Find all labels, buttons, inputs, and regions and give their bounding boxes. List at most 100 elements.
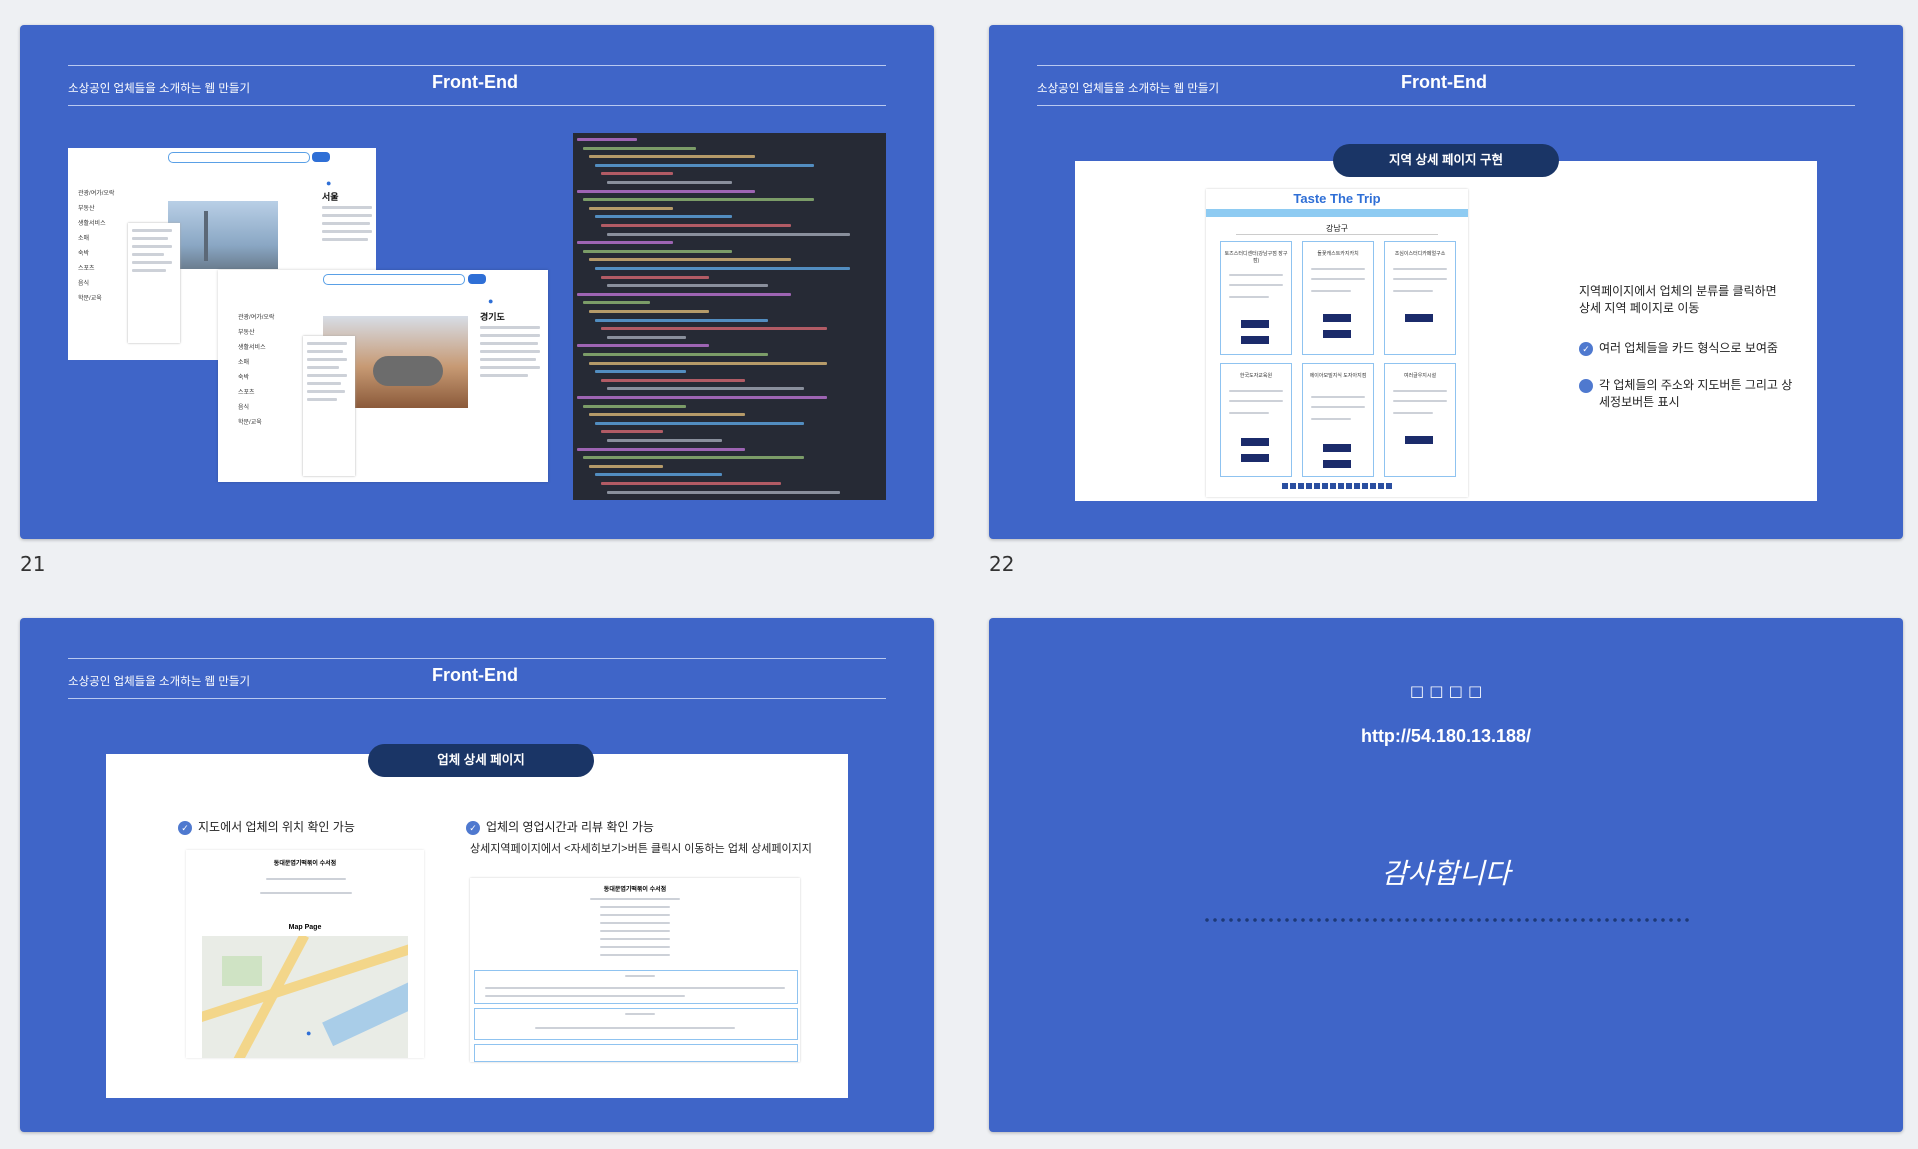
code-line — [607, 232, 850, 236]
site-url-link[interactable]: http://54.180.13.188/ — [989, 726, 1903, 747]
thanks-text: 감사합니다 — [1381, 857, 1511, 890]
business-card: 에이아모빌지식 도자아지점 — [1302, 363, 1374, 477]
content-panel: Taste The Trip 강남구 토즈스터디센터(강남구점 장구점) 돌꽃캐… — [1075, 161, 1817, 501]
code-line — [583, 301, 650, 305]
code-line — [607, 181, 732, 184]
code-line — [601, 430, 663, 434]
category-menu: 관광/여가/오락 부동산 생활서비스 소매 숙박 스포츠 음식 학문/교육 — [238, 306, 298, 476]
business-card: 여러글우지시설 — [1384, 363, 1456, 477]
menu-item: 숙박 — [78, 251, 90, 257]
code-line — [601, 275, 709, 279]
bullet-1: ✓ 여러 업체들을 카드 형식으로 보여줌 — [1579, 339, 1778, 356]
code-line — [589, 361, 827, 365]
code-line — [589, 413, 745, 417]
slide-24[interactable]: □ □ □ □ http://54.180.13.188/ 감사합니다 — [989, 618, 1903, 1132]
menu-item: 학문/교육 — [238, 420, 262, 426]
map-view: ● — [202, 936, 408, 1058]
header-title: Front-End — [1401, 72, 1487, 92]
menu-item: 학문/교육 — [78, 296, 102, 302]
code-line — [577, 344, 709, 348]
code-line — [589, 310, 709, 313]
menu-item: 부동산 — [238, 330, 255, 336]
business-card: 조심이스터디카페얼구소 — [1384, 241, 1456, 355]
map-pin-icon: ● — [306, 1028, 312, 1038]
pagination — [1282, 483, 1392, 489]
business-title: 동대문엽기떡볶이 수서점 — [273, 861, 337, 867]
menu-item: 관광/여가/오락 — [238, 315, 275, 321]
code-line — [583, 146, 696, 150]
business-card: 한국도자교육원 — [1220, 363, 1292, 477]
code-line — [577, 447, 745, 451]
header-title: Front-End — [432, 665, 518, 685]
code-line — [607, 439, 722, 442]
review-card — [474, 1044, 798, 1062]
description-text: 지역페이지에서 업체의 분류를 클릭하면 상세 지역 페이지로 이동 — [1579, 284, 1777, 315]
code-line — [583, 456, 804, 460]
menu-item: 소매 — [78, 236, 90, 242]
code-line — [601, 224, 791, 227]
submenu-popup — [303, 336, 355, 476]
business-card: 토즈스터디센터(강남구점 장구점) — [1220, 241, 1292, 355]
code-line — [589, 155, 755, 159]
seoul-title: 서울 — [322, 192, 339, 202]
code-line — [607, 387, 804, 391]
slide-22[interactable]: 소상공인 업체들을 소개하는 웹 만들기 Front-End Taste The… — [989, 25, 1903, 539]
header-rule-top — [68, 65, 886, 66]
header-title: Front-End — [432, 72, 518, 92]
header-rule-bottom — [68, 105, 886, 106]
review-card — [474, 970, 798, 1004]
header-subtitle: 소상공인 업체들을 소개하는 웹 만들기 — [68, 676, 251, 688]
site-brand: Taste The Trip — [1293, 191, 1381, 206]
code-line — [595, 267, 850, 270]
detail-page-screenshot: 동대문엽기떡볶이 수서점 — [470, 878, 800, 1062]
check-icon: ✓ — [466, 820, 480, 835]
site-navbar — [1206, 209, 1468, 217]
map-page-screenshot: 동대문엽기떡볶이 수서점 Map Page ● — [186, 850, 424, 1058]
code-line — [577, 241, 673, 245]
code-line — [595, 318, 768, 322]
menu-item: 스포츠 — [238, 390, 255, 396]
code-line — [595, 215, 732, 219]
business-title: 동대문엽기떡볶이 수서점 — [603, 887, 667, 893]
code-line — [607, 490, 840, 494]
header-rule-bottom — [1037, 105, 1855, 106]
check-icon: ✓ — [1572, 378, 1593, 393]
menu-item: 음식 — [238, 405, 250, 411]
code-line — [607, 335, 686, 339]
code-line — [589, 206, 673, 210]
menu-item: 부동산 — [78, 206, 95, 212]
code-line — [577, 189, 755, 193]
menu-item: 생활서비스 — [238, 345, 266, 351]
bullet-2: ✓ 각 업체들의 주소와 지도버튼 그리고 상세정보버튼 표시 — [1572, 378, 1793, 409]
search-input — [323, 274, 465, 285]
slide-21[interactable]: 소상공인 업체들을 소개하는 웹 만들기 Front-End 관광/여가/오락 … — [20, 25, 934, 539]
bullet-left: ✓ 지도에서 업체의 위치 확인 가능 — [178, 818, 355, 835]
header-subtitle: 소상공인 업체들을 소개하는 웹 만들기 — [68, 83, 251, 95]
region-page-screenshot: Taste The Trip 강남구 토즈스터디센터(강남구점 장구점) 돌꽃캐… — [1206, 189, 1468, 497]
seoul-photo — [168, 201, 278, 269]
header-rule-top — [1037, 65, 1855, 66]
code-line — [583, 198, 814, 202]
menu-item: 숙박 — [238, 375, 250, 381]
map-label: Map Page — [288, 924, 322, 931]
code-line — [583, 249, 732, 253]
menu-item: 음식 — [78, 281, 90, 287]
dotted-divider — [1203, 918, 1689, 922]
slide-23[interactable]: 소상공인 업체들을 소개하는 웹 만들기 Front-End ✓ 지도에서 업체의… — [20, 618, 934, 1132]
code-line — [577, 138, 637, 141]
code-line — [583, 404, 686, 408]
slide-number: 21 — [20, 552, 46, 576]
review-card — [474, 1008, 798, 1040]
code-line — [577, 396, 827, 399]
code-line — [595, 163, 814, 167]
bullet-right: ✓ 업체의 영업시간과 리뷰 확인 가능 — [466, 818, 654, 835]
business-card: 돌꽃캐스트카지카치 — [1302, 241, 1374, 355]
code-line — [601, 378, 745, 382]
code-line — [577, 292, 791, 296]
header-rule-bottom — [68, 698, 886, 699]
map-pin-icon: ● — [326, 178, 332, 188]
code-line — [583, 353, 768, 356]
header-subtitle: 소상공인 업체들을 소개하는 웹 만들기 — [1037, 83, 1220, 95]
check-icon: ✓ — [1579, 341, 1593, 356]
code-line — [595, 473, 722, 477]
